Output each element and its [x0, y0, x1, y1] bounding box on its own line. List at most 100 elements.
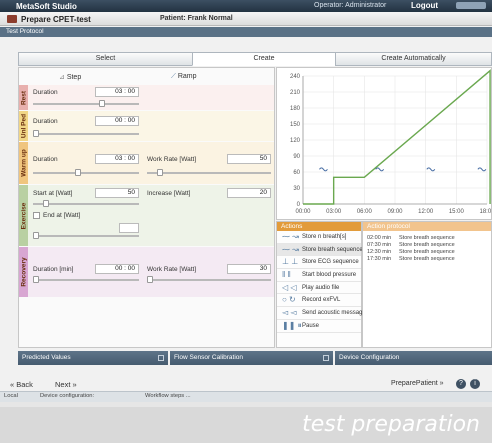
flow-sensor-calibration-panel[interactable]: Flow Sensor Calibration	[170, 351, 333, 365]
workflow-navigation: « Back Next » PreparePatient » ? i	[0, 377, 492, 391]
warmup-duration-field[interactable]: 03 : 00	[95, 154, 139, 164]
y-tick-label: 120	[290, 138, 301, 144]
window-controls-icon[interactable]	[456, 2, 486, 9]
expand-icon[interactable]	[323, 355, 329, 361]
rest-section: Rest Duration 03 : 00	[19, 85, 274, 110]
actions-panel: Actions ⁓ ↝ Store n breath[s] ⁓ ↝ Store br…	[276, 221, 366, 348]
logout-link[interactable]: Logout	[411, 1, 438, 10]
unloaded-band: Unl Ped	[19, 111, 28, 141]
warmup-duration-slider[interactable]	[33, 169, 139, 176]
action-store-ecg-sequence[interactable]: ⊥ ⊥ Store ECG sequence	[277, 256, 361, 270]
next-button[interactable]: Next »	[55, 380, 77, 389]
y-tick-label: 210	[290, 90, 301, 96]
step-option[interactable]: ⊿ Step	[59, 73, 81, 81]
exercise-band-label: Exercise	[20, 202, 27, 229]
recovery-workrate-field[interactable]: 30	[227, 264, 271, 274]
exercise-band: Exercise	[19, 185, 28, 246]
protocol-settings-panel: ⊿ Step ⟋ Ramp Rest Duration 03 : 00 Unl …	[18, 67, 275, 348]
unloaded-duration-field[interactable]: 00 : 00	[95, 116, 139, 126]
workflow-title: Prepare CPET-test	[21, 15, 91, 24]
warmup-workrate-field[interactable]: 50	[227, 154, 271, 164]
exercise-end-label: End at [Watt]	[43, 212, 81, 219]
action-start-blood-pressure[interactable]: ‖ ‖ Start blood pressure	[277, 269, 361, 282]
protocol-time: 17:30 min	[367, 256, 392, 262]
action-store-breaths[interactable]: ⁓ ↝ Store n breath[s]	[277, 231, 361, 244]
y-tick-label: 90	[293, 154, 300, 160]
table-row[interactable]: 12:30 min Store breath sequence	[363, 249, 491, 256]
warmup-workrate-label: Work Rate [Watt]	[147, 156, 197, 163]
breath-icon: ⁓ ↝	[282, 232, 299, 241]
slider-handle[interactable]	[157, 169, 163, 176]
table-row[interactable]: 17:30 min Store breath sequence	[363, 256, 491, 263]
status-bar: Local Device configuration: Workflow ste…	[0, 391, 492, 402]
slider-handle[interactable]	[33, 232, 39, 239]
y-tick-label: 240	[290, 74, 301, 80]
operator-label: Operator: Administrator	[314, 2, 387, 9]
tab-create[interactable]: Create	[192, 52, 336, 66]
protocol-event: Store breath sequence	[399, 249, 455, 255]
app-window: MetaSoft Studio Operator: Administrator …	[0, 0, 492, 402]
exercise-start-field[interactable]: 50	[95, 188, 139, 198]
x-tick-label: 09:00	[387, 209, 403, 215]
exercise-start-slider[interactable]	[33, 200, 139, 207]
rest-band: Rest	[19, 85, 28, 110]
slider-handle[interactable]	[33, 130, 39, 137]
action-record-exfvl[interactable]: ○ ↻ Record exFVL	[277, 294, 361, 308]
y-tick-label: 150	[290, 122, 301, 128]
panel-title: Flow Sensor Calibration	[174, 354, 244, 361]
action-label: Store ECG sequence	[302, 259, 359, 266]
unloaded-duration-slider[interactable]	[33, 130, 139, 137]
expand-icon[interactable]	[158, 355, 164, 361]
action-store-breath-sequence[interactable]: ⁓ ↝ Store breath sequence	[277, 243, 363, 257]
end-at-checkbox[interactable]	[33, 212, 40, 219]
slider-handle[interactable]	[99, 100, 105, 107]
help-icon[interactable]: ?	[456, 379, 466, 389]
table-row[interactable]: 07:30 min Store breath sequence	[363, 242, 491, 249]
recovery-workrate-slider[interactable]	[147, 276, 271, 283]
slider-handle[interactable]	[43, 200, 49, 207]
unloaded-duration-label: Duration	[33, 118, 58, 125]
action-pause[interactable]: ❚❚ ⏸ Pause	[277, 320, 361, 333]
status-local: Local	[4, 393, 18, 399]
info-icon[interactable]: i	[470, 379, 480, 389]
warmup-band: Warm up	[19, 142, 28, 184]
tab-create-automatically[interactable]: Create Automatically	[335, 52, 492, 66]
action-play-audio[interactable]: ◁ ◁ Play audio file	[277, 282, 361, 295]
slider-handle[interactable]	[33, 276, 39, 283]
rest-duration-label: Duration	[33, 89, 58, 96]
ramp-icon: ⟋	[171, 73, 178, 80]
sub-header: Prepare CPET-test Patient: Frank Normal	[0, 12, 492, 26]
exercise-section: Exercise Start at [Watt] 50 Increase [Wa…	[19, 185, 274, 246]
recovery-duration-slider[interactable]	[33, 276, 139, 283]
rest-duration-field[interactable]: 03 : 00	[95, 87, 139, 97]
tab-select[interactable]: Select	[18, 52, 193, 66]
exercise-increase-field[interactable]: 20	[227, 188, 271, 198]
predicted-values-panel[interactable]: Predicted Values	[18, 351, 168, 365]
action-protocol-header: Action protocol	[363, 222, 491, 231]
action-label: Play audio file	[302, 284, 340, 291]
action-protocol-panel: Action protocol 02:00 min Store breath se…	[362, 221, 492, 348]
x-tick-label: 00:00	[295, 209, 311, 215]
action-send-acoustic-message[interactable]: ◅ ◅ Send acoustic message	[277, 307, 366, 320]
warmup-workrate-slider[interactable]	[147, 169, 271, 176]
prepare-patient-button[interactable]: PreparePatient »	[391, 380, 444, 387]
unloaded-section: Unl Ped Duration 00 : 00	[19, 111, 274, 141]
protocol-event: Store breath sequence	[399, 235, 455, 241]
device-configuration-panel[interactable]: Device Configuration	[335, 351, 492, 365]
slider-handle[interactable]	[147, 276, 153, 283]
exercise-end-field[interactable]	[119, 223, 139, 233]
recovery-band-label: Recovery	[20, 257, 27, 287]
table-row[interactable]: 02:00 min Store breath sequence	[363, 235, 491, 242]
exercise-increase-label: Increase [Watt]	[147, 190, 191, 197]
recovery-section: Recovery Duration [min] 00 : 00 Work Rat…	[19, 247, 274, 297]
ramp-option[interactable]: ⟋ Ramp	[171, 73, 197, 81]
recovery-workrate-label: Work Rate [Watt]	[147, 266, 197, 273]
rest-duration-slider[interactable]	[33, 100, 139, 107]
recovery-duration-field[interactable]: 00 : 00	[95, 264, 139, 274]
protocol-event: Store breath sequence	[399, 256, 455, 262]
ecg-icon: ⊥ ⊥	[282, 257, 299, 267]
back-button[interactable]: « Back	[10, 380, 33, 389]
exercise-end-slider[interactable]	[33, 232, 139, 239]
title-bar: MetaSoft Studio Operator: Administrator …	[0, 0, 492, 12]
slider-handle[interactable]	[75, 169, 81, 176]
